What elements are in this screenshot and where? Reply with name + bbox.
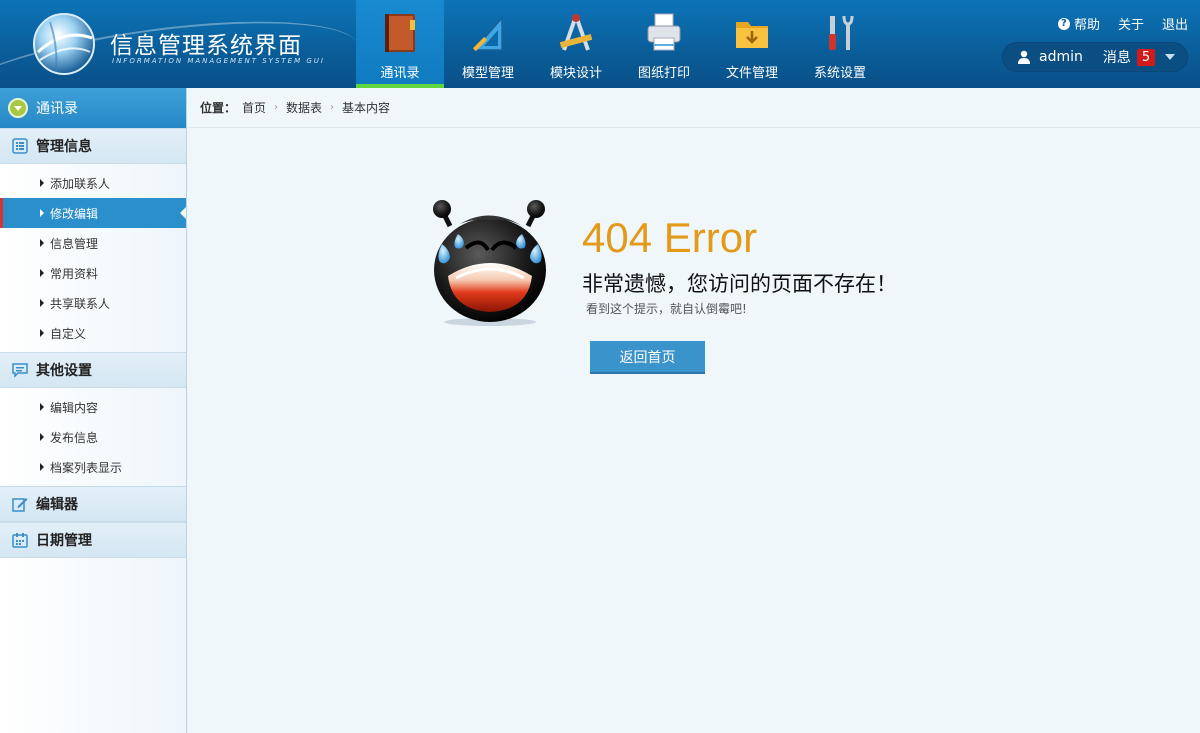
sidebar-item-info-management[interactable]: 信息管理 [0, 228, 186, 258]
chevron-right-icon: › [330, 102, 335, 113]
sidebar-group-editor[interactable]: 编辑器 [0, 486, 186, 522]
logout-link[interactable]: 退出 [1162, 14, 1188, 33]
breadcrumb-label: 位置： [200, 101, 237, 115]
breadcrumb-item-home[interactable]: 首页 [242, 99, 266, 116]
about-link[interactable]: 关于 [1118, 14, 1144, 33]
nav-item-contacts[interactable]: 通讯录 [356, 0, 444, 88]
sidebar-group-date-management[interactable]: 日期管理 [0, 522, 186, 558]
sidebar-group-label: 编辑器 [36, 497, 78, 513]
nav-item-drawing-print[interactable]: 图纸打印 [620, 0, 708, 88]
messages-link[interactable]: 消息 [1103, 47, 1131, 67]
sidebar: 通讯录 管理信息 添加联系人 修改编辑 信息管理 常用资料 共享联系人 自定义 … [0, 88, 187, 733]
triangle-right-icon [40, 269, 44, 277]
sidebar-list-other-settings: 编辑内容 发布信息 档案列表显示 [0, 388, 186, 486]
nav-item-file-management[interactable]: 文件管理 [708, 0, 796, 88]
app-title: 信息管理系统界面 [110, 33, 302, 59]
triangle-right-icon [40, 463, 44, 471]
sidebar-group-label: 其他设置 [36, 363, 92, 379]
sidebar-group-manage-info[interactable]: 管理信息 [0, 128, 186, 164]
nav-label: 系统设置 [813, 66, 866, 81]
breadcrumb-item-basic-content: 基本内容 [342, 101, 391, 115]
message-count-badge[interactable]: 5 [1136, 48, 1156, 66]
address-book-icon [385, 14, 415, 52]
back-home-button[interactable]: 返回首页 [590, 341, 705, 374]
sidebar-item-publish-info[interactable]: 发布信息 [0, 422, 186, 452]
nav-item-system-settings[interactable]: 系统设置 [796, 0, 884, 88]
list-icon [12, 138, 28, 154]
sidebar-item-label: 常用资料 [50, 266, 99, 281]
breadcrumb-item-data-table[interactable]: 数据表 [286, 99, 322, 116]
header: 信息管理系统界面 INFORMATION MANAGEMENT SYSTEM G… [0, 0, 1200, 88]
triangle-right-icon [40, 299, 44, 307]
sidebar-group-label: 管理信息 [36, 139, 92, 155]
triangle-right-icon [40, 433, 44, 441]
user-bar: admin 消息 5 [1002, 42, 1188, 72]
nav-label: 通讯录 [380, 66, 420, 81]
sidebar-group-label: 日期管理 [36, 533, 92, 549]
sidebar-header-contacts[interactable]: 通讯录 [0, 88, 186, 128]
sidebar-item-label: 档案列表显示 [50, 460, 123, 475]
nav-label: 图纸打印 [637, 66, 690, 81]
tools-icon [829, 15, 854, 50]
help-icon: ? [1057, 17, 1070, 30]
sidebar-list-manage-info: 添加联系人 修改编辑 信息管理 常用资料 共享联系人 自定义 [0, 164, 186, 352]
username[interactable]: admin [1039, 49, 1083, 65]
sidebar-item-label: 自定义 [50, 326, 87, 341]
sidebar-item-label: 发布信息 [50, 430, 99, 445]
set-square-icon [472, 16, 503, 52]
error-message: 非常遗憾，您访问的页面不存在！ [582, 272, 897, 296]
sidebar-item-edit[interactable]: 修改编辑 [0, 198, 186, 228]
sidebar-item-shared-contacts[interactable]: 共享联系人 [0, 288, 186, 318]
sidebar-item-add-contact[interactable]: 添加联系人 [0, 168, 186, 198]
triangle-right-icon [40, 239, 44, 247]
calendar-icon [12, 533, 28, 548]
sidebar-item-label: 信息管理 [50, 236, 99, 251]
crying-face-icon [433, 200, 546, 326]
sidebar-group-other-settings[interactable]: 其他设置 [0, 352, 186, 388]
user-icon [1018, 50, 1030, 64]
nav-item-model-management[interactable]: 模型管理 [444, 0, 532, 88]
user-dropdown-caret-icon[interactable] [1165, 54, 1176, 60]
sidebar-header-label: 通讯录 [36, 101, 78, 117]
error-code: 404 Error [582, 214, 758, 261]
sidebar-item-label: 编辑内容 [50, 400, 99, 415]
sidebar-item-label: 修改编辑 [50, 206, 99, 221]
error-hint: 看到这个提示，就自认倒霉吧! [586, 302, 747, 316]
sidebar-item-edit-content[interactable]: 编辑内容 [0, 392, 186, 422]
triangle-right-icon [40, 209, 44, 217]
edit-icon [12, 498, 28, 512]
folder-icon [736, 22, 768, 48]
sidebar-item-archive-list[interactable]: 档案列表显示 [0, 452, 186, 482]
help-label: 帮助 [1073, 18, 1100, 33]
sidebar-item-label: 共享联系人 [50, 296, 111, 311]
nav-label: 模型管理 [461, 66, 514, 81]
sidebar-item-common-data[interactable]: 常用资料 [0, 258, 186, 288]
app-subtitle: INFORMATION MANAGEMENT SYSTEM GUI [112, 57, 325, 65]
help-link[interactable]: ? 帮助 [1057, 14, 1100, 33]
nav-item-module-design[interactable]: 模块设计 [532, 0, 620, 88]
chat-icon [12, 363, 28, 378]
top-links: ? 帮助 关于 退出 [1057, 14, 1188, 33]
collapse-down-icon [8, 98, 28, 118]
triangle-right-icon [40, 179, 44, 187]
triangle-right-icon [40, 329, 44, 337]
sidebar-item-label: 添加联系人 [50, 176, 111, 191]
nav-label: 模块设计 [549, 66, 602, 81]
chevron-right-icon: › [274, 102, 279, 113]
sidebar-item-custom[interactable]: 自定义 [0, 318, 186, 348]
triangle-right-icon [40, 403, 44, 411]
compass-ruler-icon [559, 14, 593, 51]
printer-icon [647, 13, 681, 51]
main-content: 位置： 首页 › 数据表 › 基本内容 404 Error 非常遗憾，您访问的页… [188, 88, 1200, 733]
globe-logo-icon [33, 13, 95, 75]
breadcrumb: 位置： 首页 › 数据表 › 基本内容 [188, 88, 1200, 128]
top-nav: 通讯录 模型管理 模块设计 图纸打印 文件管理 系统设置 [356, 0, 884, 88]
nav-label: 文件管理 [725, 66, 778, 81]
